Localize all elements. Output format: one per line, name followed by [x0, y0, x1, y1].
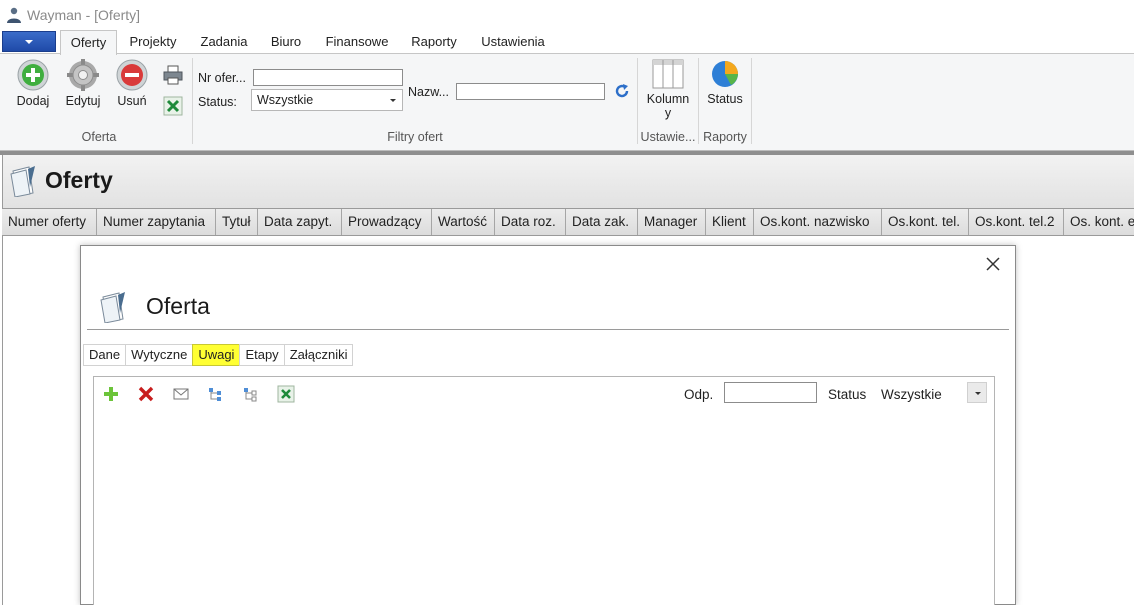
add-button[interactable]: Dodaj [12, 59, 54, 108]
chevron-down-icon [25, 39, 33, 44]
column-header[interactable]: Numer zapytania [97, 209, 216, 235]
close-icon[interactable] [985, 256, 1001, 272]
ribbon-group-settings: Kolumn y Ustawie... [638, 54, 698, 150]
title-bar: Wayman - [Oferty] [0, 0, 1134, 30]
status-report-label: Status [707, 92, 743, 106]
column-header[interactable]: Tytuł [216, 209, 258, 235]
document-icon [100, 292, 125, 323]
columns-label: Kolumn y [646, 92, 690, 120]
nr-offer-input[interactable] [253, 69, 403, 86]
page-header: Oferty [2, 155, 1134, 208]
gear-icon [67, 59, 99, 91]
notes-status-value[interactable]: Wszystkie [881, 387, 942, 402]
tab-zadania[interactable]: Zadania [193, 30, 255, 54]
window-title: Wayman - [Oferty] [27, 7, 141, 23]
plus-circle-icon [17, 59, 49, 91]
edit-button[interactable]: Edytuj [61, 59, 105, 108]
ribbon-group-label-oferta: Oferta [81, 130, 117, 144]
odp-label: Odp. [684, 387, 714, 402]
ribbon: Dodaj Edytuj Usuń Oferta Nr ofer... Stat… [0, 53, 1134, 151]
column-header[interactable]: Os.kont. nazwisko [754, 209, 882, 235]
minus-circle-icon [116, 59, 148, 91]
notes-panel: Odp. Status Wszystkie [93, 376, 995, 605]
column-header[interactable]: Os.kont. tel. [882, 209, 969, 235]
status-select[interactable]: Wszystkie [251, 89, 403, 111]
notes-status-label: Status [828, 387, 867, 402]
delete-label: Usuń [117, 94, 147, 108]
tab-raporty[interactable]: Raporty [404, 30, 464, 54]
column-header[interactable]: Wartość [432, 209, 495, 235]
ribbon-group-label-reports: Raporty [703, 130, 747, 144]
tab-oferty[interactable]: Oferty [60, 30, 117, 55]
mail-icon[interactable] [172, 385, 190, 403]
app-menu-button[interactable] [2, 31, 56, 52]
column-header[interactable]: Data roz. [495, 209, 566, 235]
tab-finansowe[interactable]: Finansowe [318, 30, 396, 54]
column-header[interactable]: Numer oferty [2, 209, 97, 235]
columns-button[interactable]: Kolumn y [640, 59, 696, 120]
edit-label: Edytuj [65, 94, 101, 108]
ribbon-group-label-filters: Filtry ofert [387, 130, 443, 144]
tab-projekty[interactable]: Projekty [122, 30, 184, 54]
column-header[interactable]: Data zak. [566, 209, 638, 235]
nr-offer-label: Nr ofer... [198, 71, 246, 85]
delete-x-icon[interactable] [137, 385, 155, 403]
odp-input[interactable] [724, 382, 817, 403]
ribbon-group-label-settings: Ustawie... [640, 130, 696, 144]
ribbon-group-oferta: Dodaj Edytuj Usuń Oferta [6, 54, 192, 150]
notes-status-dropdown-button[interactable] [967, 382, 987, 403]
column-header[interactable]: Os. kont. e [1064, 209, 1134, 235]
offers-grid-header: Numer oferty Numer zapytania Tytuł Data … [2, 208, 1134, 236]
pie-chart-icon [712, 61, 738, 87]
excel-export-icon[interactable] [277, 385, 295, 403]
columns-icon [652, 59, 684, 89]
tab-ustawienia[interactable]: Ustawienia [473, 30, 553, 54]
column-header[interactable]: Prowadzący [342, 209, 432, 235]
print-icon[interactable] [163, 65, 183, 85]
status-report-button[interactable]: Status [701, 59, 749, 106]
collapse-tree-icon[interactable] [242, 385, 260, 403]
tab-uwagi[interactable]: Uwagi [192, 344, 240, 366]
ribbon-group-reports: Status Raporty [699, 54, 751, 150]
dialog-title: Oferta [146, 293, 210, 319]
tab-dane[interactable]: Dane [83, 344, 126, 366]
tab-wytyczne[interactable]: Wytyczne [125, 344, 193, 366]
divider [87, 329, 1009, 330]
expand-tree-icon[interactable] [207, 385, 225, 403]
ribbon-separator [751, 58, 752, 144]
tab-zalaczniki[interactable]: Załączniki [283, 344, 354, 366]
status-label: Status: [198, 95, 237, 109]
column-header[interactable]: Data zapyt. [258, 209, 342, 235]
name-input[interactable] [456, 83, 605, 100]
excel-export-icon[interactable] [163, 96, 183, 116]
ribbon-tab-strip: Oferty Projekty Zadania Biuro Finansowe … [0, 30, 1134, 55]
column-header[interactable]: Manager [638, 209, 706, 235]
tab-biuro[interactable]: Biuro [263, 30, 309, 54]
page-title: Oferty [45, 167, 113, 193]
offer-dialog: Oferta Dane Wytyczne Uwagi Etapy Załączn… [80, 245, 1016, 605]
ribbon-group-filters: Nr ofer... Status: Wszystkie Nazw... Fil… [193, 54, 637, 150]
column-header[interactable]: Klient [706, 209, 754, 235]
document-icon [10, 166, 35, 197]
column-header[interactable]: Os.kont. tel.2 [969, 209, 1064, 235]
chevron-down-icon [390, 99, 396, 102]
chevron-down-icon [975, 392, 981, 395]
name-label: Nazw... [408, 85, 449, 99]
app-icon [7, 7, 21, 23]
plus-icon[interactable] [102, 385, 120, 403]
status-select-value: Wszystkie [257, 93, 314, 107]
refresh-icon[interactable] [614, 83, 630, 99]
tab-etapy[interactable]: Etapy [239, 344, 284, 366]
delete-button[interactable]: Usuń [111, 59, 153, 108]
add-label: Dodaj [16, 94, 50, 108]
dialog-tabs: Dane Wytyczne Uwagi Etapy Załączniki [83, 344, 354, 366]
